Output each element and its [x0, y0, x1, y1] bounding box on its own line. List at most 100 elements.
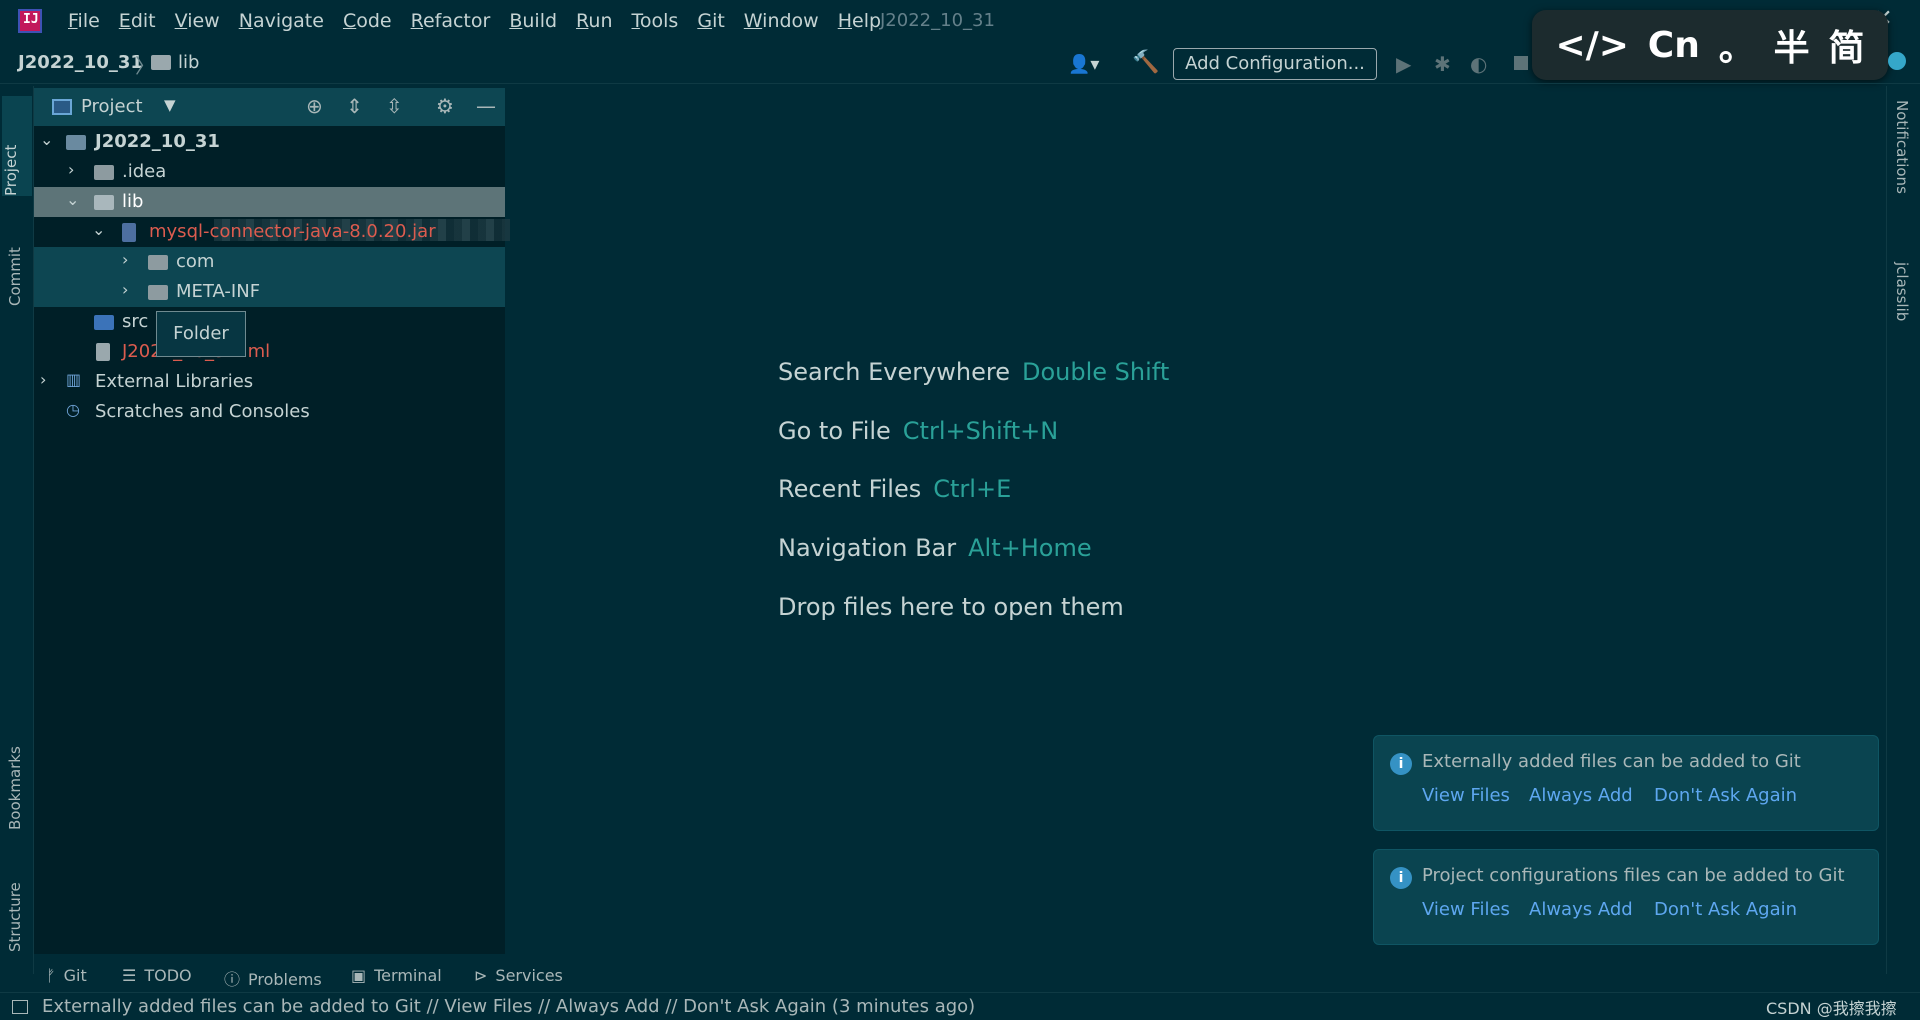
services-icon: ⊳	[474, 966, 488, 985]
chevron-down-icon[interactable]: ⌄	[40, 130, 53, 149]
tree-row-idea[interactable]: › .idea	[34, 157, 505, 187]
menu-view[interactable]: View	[175, 10, 220, 32]
menu-run[interactable]: Run	[576, 10, 612, 32]
tab-label: TODO	[144, 966, 192, 985]
tree-row-jar[interactable]: ⌄ mysql-connector-java-8.0.20.jar	[34, 217, 505, 247]
toggle-tool-windows-icon[interactable]	[12, 1000, 28, 1014]
notification-project-configurations: i Project configurations files can be ad…	[1373, 849, 1879, 945]
tree-row-external-libraries[interactable]: › ▥ External Libraries	[34, 367, 505, 397]
run-icon[interactable]: ▶	[1396, 52, 1411, 76]
tree-row-scratches[interactable]: ◷ Scratches and Consoles	[34, 397, 505, 427]
tree-label-com: com	[176, 251, 215, 272]
tab-label: Services	[495, 966, 563, 985]
menu-tools[interactable]: Tools	[632, 10, 679, 32]
ide-update-icon[interactable]	[1888, 52, 1906, 70]
chevron-right-icon[interactable]: ›	[68, 160, 74, 179]
hammer-icon[interactable]: 🔨	[1132, 50, 1159, 75]
tab-git[interactable]: ᚠ Git	[46, 966, 87, 985]
menu-label-rest: avigate	[252, 10, 324, 32]
module-folder-icon	[66, 135, 86, 150]
tool-tab-structure[interactable]: Structure	[6, 842, 24, 952]
folder-icon	[151, 55, 171, 70]
always-add-link[interactable]: Always Add	[1529, 785, 1633, 806]
tree-row-lib[interactable]: ⌄ lib	[34, 187, 505, 217]
always-add-link[interactable]: Always Add	[1529, 899, 1633, 920]
csdn-watermark: CSDN @我擦我擦	[1766, 999, 1897, 1018]
menu-file[interactable]: File	[68, 10, 100, 32]
tool-tab-commit[interactable]: Commit	[6, 206, 24, 306]
debug-icon[interactable]: ✱	[1434, 52, 1451, 76]
menu-label-rest: elp	[852, 10, 882, 32]
status-message[interactable]: Externally added files can be added to G…	[42, 996, 975, 1017]
user-icon[interactable]: 👤▾	[1068, 54, 1099, 75]
tab-services[interactable]: ⊳ Services	[474, 966, 563, 985]
folder-icon	[148, 285, 168, 300]
menu-help[interactable]: Help	[838, 10, 881, 32]
menu-mnemonic: W	[743, 10, 763, 32]
notification-externally-added: i Externally added files can be added to…	[1373, 735, 1879, 831]
menu-label-rest: indow	[762, 10, 819, 32]
hint-shortcut: Ctrl+Shift+N	[902, 417, 1059, 445]
hint-shortcut: Ctrl+E	[933, 475, 1012, 503]
notification-message: Project configurations files can be adde…	[1422, 865, 1845, 886]
bottom-tool-tabs: ᚠ Git ☰ TODO ⓘ Problems ▣ Terminal ⊳ Services	[34, 962, 1886, 992]
hint-search-everywhere: Search Everywhere Double Shift	[778, 358, 1169, 386]
tool-tab-jclasslib[interactable]: jclasslib	[1893, 262, 1911, 321]
menu-mnemonic: H	[837, 10, 853, 32]
breadcrumb-lib[interactable]: lib	[178, 52, 199, 73]
tool-tab-notifications[interactable]: Notifications	[1893, 100, 1911, 194]
menu-mnemonic: B	[509, 10, 523, 32]
chevron-down-icon[interactable]: ▼	[164, 96, 176, 114]
dont-ask-again-link[interactable]: Don't Ask Again	[1654, 785, 1797, 806]
gear-icon[interactable]: ⚙	[436, 94, 454, 118]
menu-mnemonic: G	[697, 10, 713, 32]
menu-edit[interactable]: Edit	[119, 10, 156, 32]
tree-row-root[interactable]: ⌄ J2022_10_31	[34, 127, 505, 157]
tool-tab-bookmarks[interactable]: Bookmarks	[6, 700, 24, 830]
locate-icon[interactable]: ⊕	[306, 94, 323, 118]
chevron-down-icon[interactable]: ⌄	[66, 190, 79, 209]
menu-mnemonic: C	[342, 10, 357, 32]
library-icon: ▥	[66, 370, 82, 389]
tree-row-src[interactable]: src	[34, 307, 505, 337]
menu-git[interactable]: Git	[697, 10, 724, 32]
view-files-link[interactable]: View Files	[1422, 899, 1510, 920]
hint-label: Navigation Bar	[778, 534, 957, 562]
chevron-right-icon[interactable]: ›	[122, 280, 128, 299]
coverage-icon[interactable]: ◐	[1470, 52, 1487, 76]
menu-code[interactable]: Code	[343, 10, 392, 32]
terminal-icon: ▣	[351, 966, 367, 985]
source-folder-icon	[94, 315, 114, 330]
warning-icon: ⓘ	[224, 970, 241, 989]
menu-label-rest: it	[712, 10, 725, 32]
chevron-down-icon[interactable]: ⌄	[92, 220, 105, 239]
collapse-all-icon[interactable]: ⇳	[386, 94, 403, 118]
tool-tab-project[interactable]: Project	[2, 96, 32, 196]
dont-ask-again-link[interactable]: Don't Ask Again	[1654, 899, 1797, 920]
list-icon: ☰	[122, 966, 137, 985]
chevron-right-icon[interactable]: ›	[122, 250, 128, 269]
menu-label-rest: dit	[130, 10, 156, 32]
status-bar: Externally added files can be added to G…	[0, 992, 1920, 1020]
menu-build[interactable]: Build	[509, 10, 557, 32]
add-configuration-button[interactable]: Add Configuration...	[1173, 48, 1377, 80]
tree-row-com[interactable]: › com	[34, 247, 505, 277]
tab-label: Terminal	[374, 966, 442, 985]
tab-terminal[interactable]: ▣ Terminal	[351, 966, 442, 985]
chevron-right-icon[interactable]: ›	[40, 370, 46, 389]
tab-problems[interactable]: ⓘ Problems	[224, 966, 322, 990]
right-tool-strip: Notifications jclasslib	[1886, 86, 1920, 974]
tree-row-iml[interactable]: J2022_10_31.iml	[34, 337, 505, 367]
project-panel-title[interactable]: Project	[81, 96, 143, 117]
tab-todo[interactable]: ☰ TODO	[122, 966, 192, 985]
hint-label: Recent Files	[778, 475, 922, 503]
menu-navigate[interactable]: Navigate	[239, 10, 324, 32]
view-files-link[interactable]: View Files	[1422, 785, 1510, 806]
stop-icon[interactable]	[1514, 56, 1528, 70]
breadcrumb-project[interactable]: J2022_10_31	[18, 52, 143, 73]
expand-all-icon[interactable]: ⇕	[346, 94, 363, 118]
hide-panel-icon[interactable]: —	[476, 94, 496, 118]
menu-refactor[interactable]: Refactor	[411, 10, 491, 32]
tree-row-meta-inf[interactable]: › META-INF	[34, 277, 505, 307]
menu-window[interactable]: Window	[744, 10, 819, 32]
